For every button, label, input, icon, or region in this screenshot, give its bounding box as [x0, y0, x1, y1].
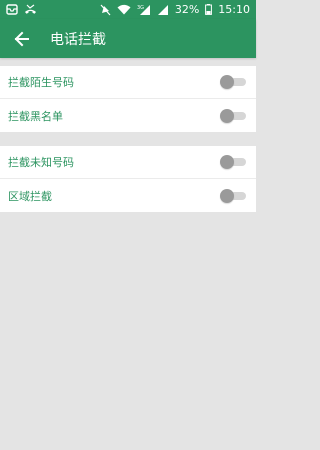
- block-blacklist-toggle[interactable]: [220, 108, 246, 123]
- setting-row-block-strangers[interactable]: 拦截陌生号码: [0, 66, 256, 99]
- region-block-toggle[interactable]: [220, 188, 246, 203]
- app-bar: 电话拦截: [0, 19, 256, 58]
- notification-icon: [6, 4, 18, 15]
- setting-row-block-unknown[interactable]: 拦截未知号码: [0, 146, 256, 179]
- setting-row-region-block[interactable]: 区域拦截: [0, 179, 256, 212]
- setting-label: 拦截未知号码: [8, 156, 74, 169]
- arrow-left-icon: [14, 31, 29, 46]
- setting-label: 拦截陌生号码: [8, 76, 74, 89]
- back-button[interactable]: [10, 27, 34, 51]
- battery-icon: [205, 4, 213, 15]
- settings-group-1: 拦截陌生号码 拦截黑名单: [0, 66, 256, 132]
- clock: 15:10: [218, 3, 250, 16]
- block-strangers-toggle[interactable]: [220, 75, 246, 89]
- settings-group-2: 拦截未知号码 区域拦截: [0, 146, 256, 212]
- page-title: 电话拦截: [50, 31, 106, 48]
- svg-text:3G: 3G: [137, 5, 144, 11]
- setting-row-block-blacklist[interactable]: 拦截黑名单: [0, 99, 256, 132]
- silent-icon: [100, 4, 111, 16]
- missed-call-icon: [24, 4, 37, 15]
- setting-label: 拦截黑名单: [8, 109, 63, 123]
- wifi-icon: [117, 4, 131, 15]
- signal-3g-icon: 3G: [137, 4, 151, 15]
- setting-label: 区域拦截: [8, 189, 52, 203]
- status-bar: 3G 32% 15:10: [0, 0, 256, 19]
- block-unknown-toggle[interactable]: [220, 155, 246, 169]
- battery-percentage: 32%: [174, 3, 200, 16]
- signal-icon: [157, 4, 169, 15]
